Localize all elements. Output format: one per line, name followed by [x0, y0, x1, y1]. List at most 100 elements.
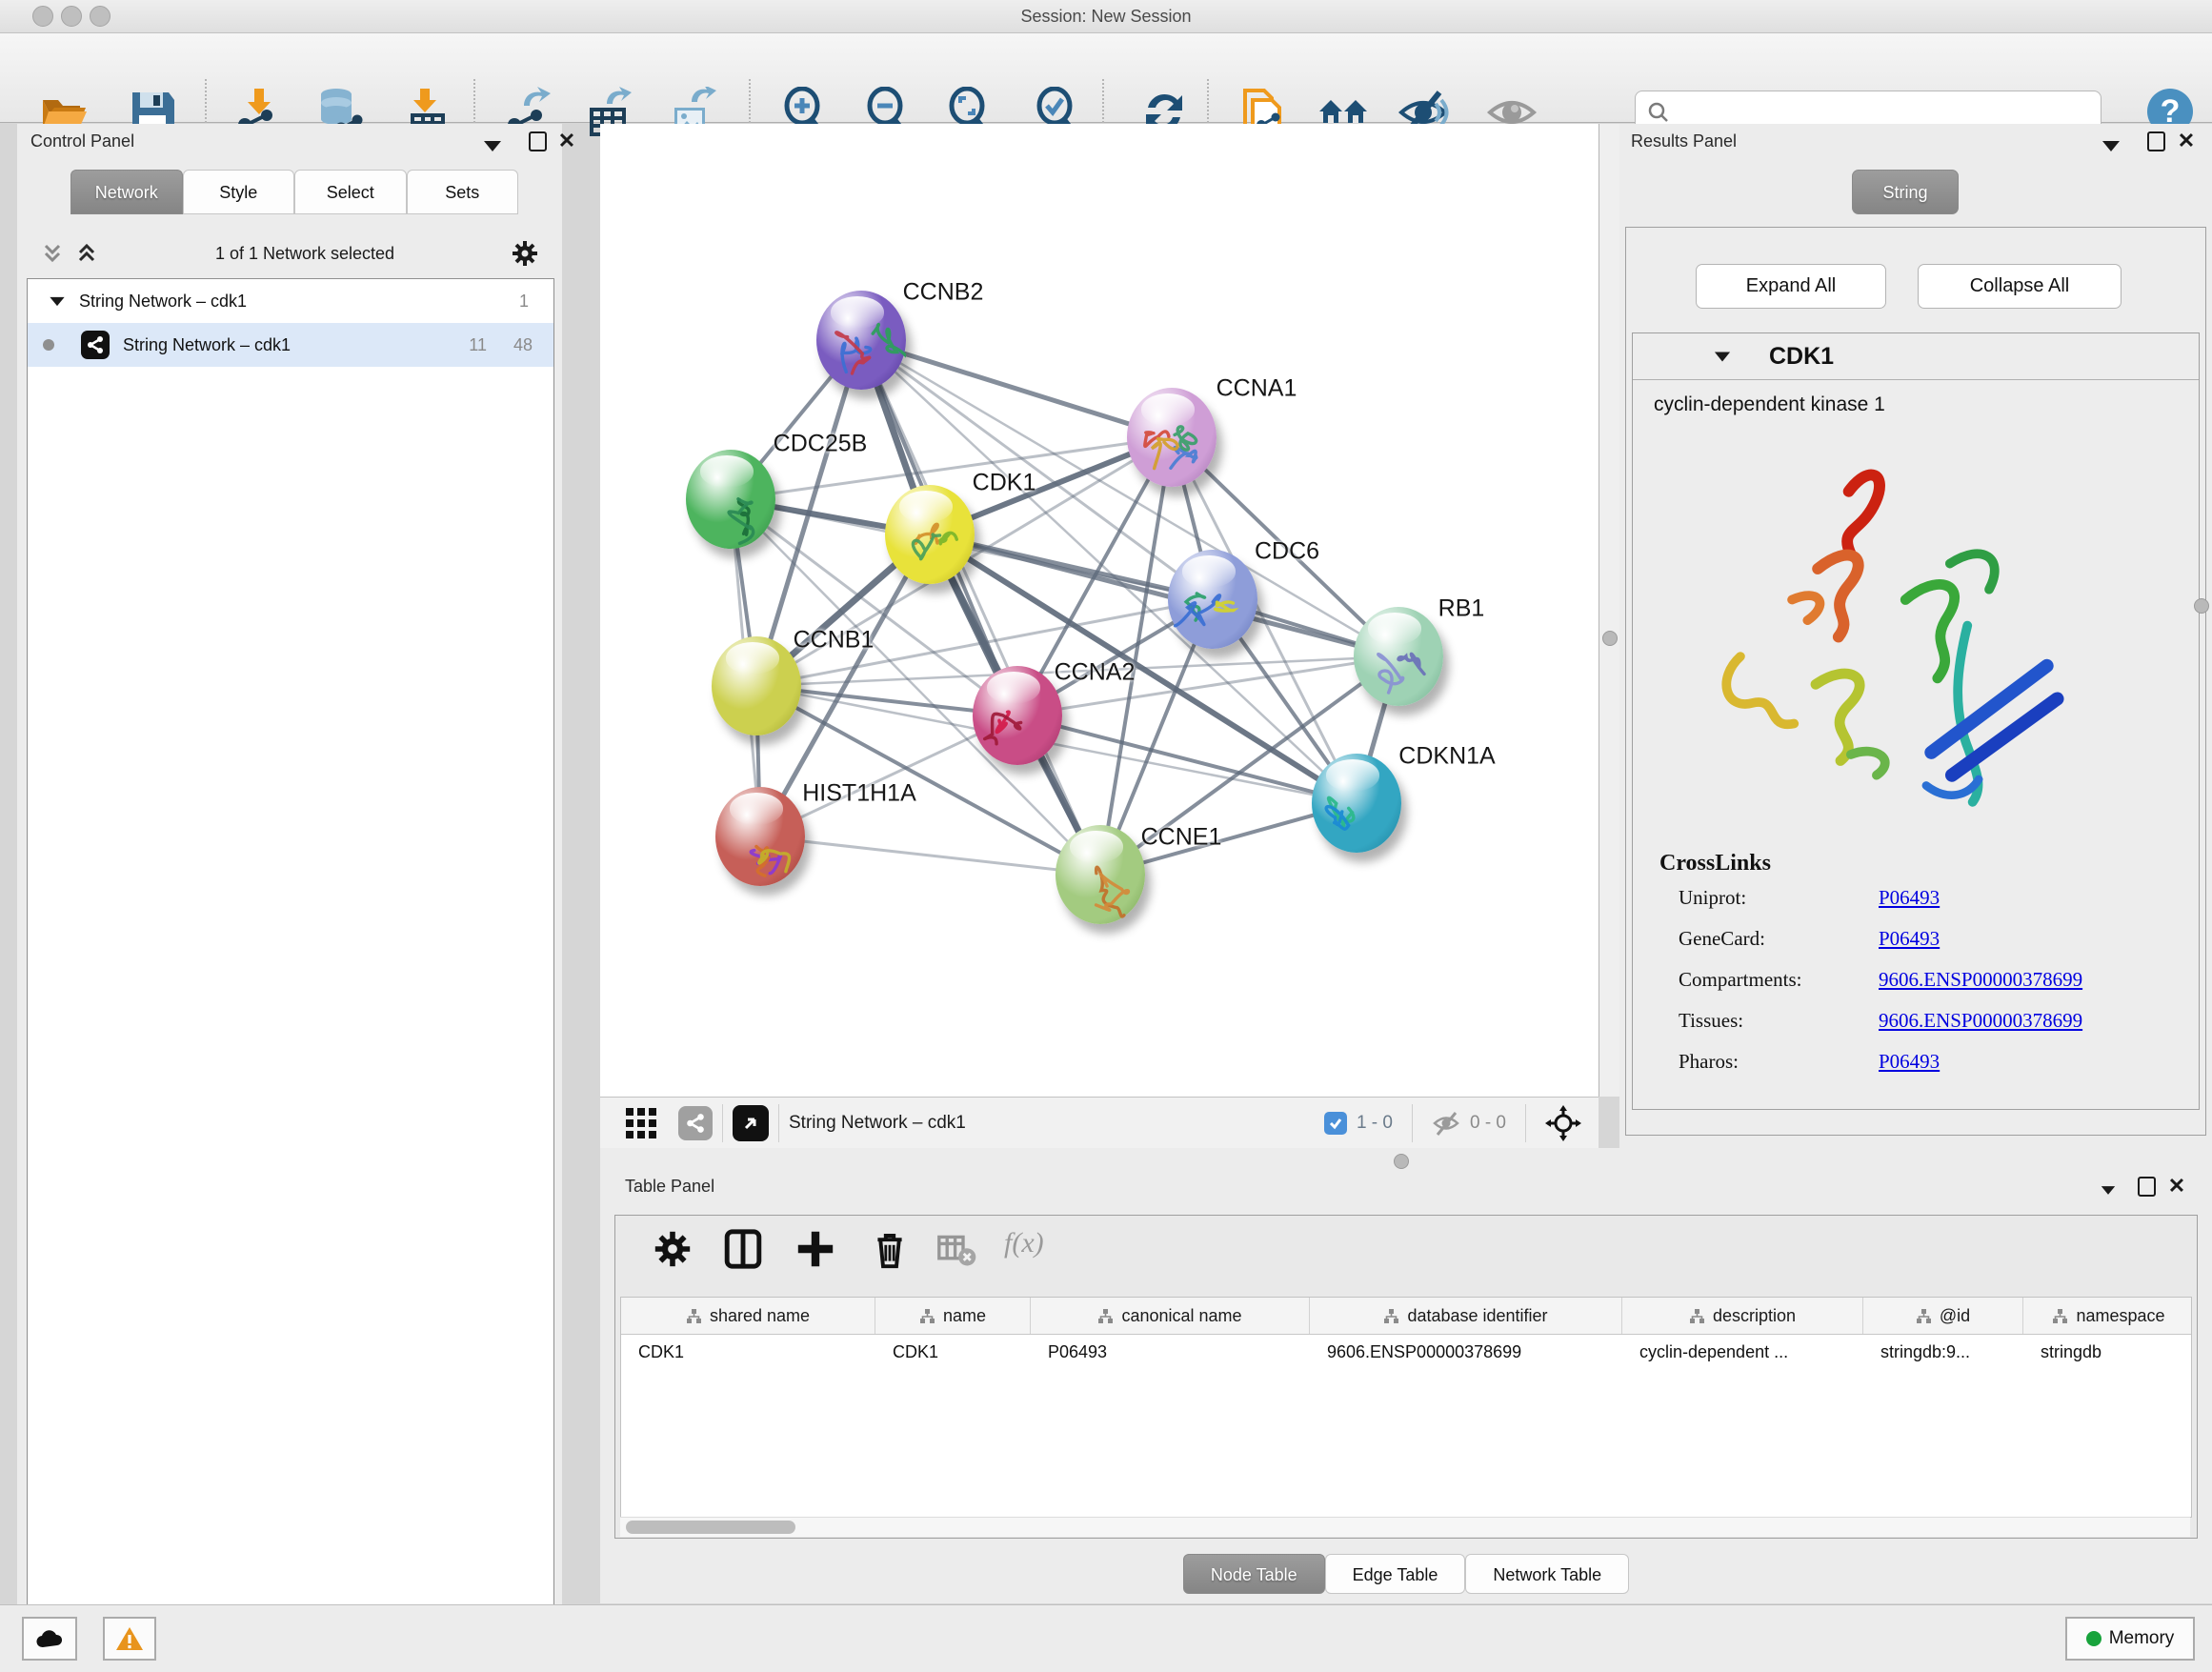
table-panel-menu-icon[interactable] — [2098, 1179, 2119, 1200]
table-panel-box: f(x) shared namenamecanonical namedataba… — [614, 1215, 2198, 1539]
search-input[interactable] — [1678, 102, 2101, 124]
footer-separator — [778, 1104, 779, 1142]
table-cell[interactable]: 9606.ENSP00000378699 — [1310, 1335, 1622, 1373]
control-panel: Control Panel ✕ NetworkStyleSelectSets 1… — [17, 124, 562, 1610]
table-row[interactable]: CDK1CDK1P064939606.ENSP00000378699cyclin… — [621, 1335, 2191, 1373]
results-panel-splitter[interactable] — [1599, 124, 1621, 1097]
show-columns-icon[interactable] — [723, 1229, 763, 1269]
crosslink-row: Uniprot:P06493 — [1679, 886, 2199, 910]
collapse-all-button[interactable]: Collapse All — [1918, 264, 2122, 309]
control-panel-close-icon[interactable]: ✕ — [556, 131, 577, 151]
warnings-button[interactable] — [103, 1617, 156, 1661]
node-CDC25B[interactable] — [686, 450, 775, 549]
column-header-id[interactable]: @id — [1863, 1298, 2023, 1334]
node-table[interactable]: shared namenamecanonical namedatabase id… — [620, 1297, 2192, 1518]
protein-section-header[interactable]: CDK1 — [1633, 333, 2199, 380]
results-panel-menu-icon[interactable] — [2101, 135, 2122, 156]
control-panel-menu-icon[interactable] — [482, 135, 503, 156]
crosslink-link[interactable]: P06493 — [1879, 886, 1940, 910]
protein-disclosure-icon[interactable] — [1715, 352, 1730, 361]
node-structure-icon — [973, 666, 1062, 765]
column-header-name[interactable]: name — [875, 1298, 1031, 1334]
column-header-label: description — [1713, 1306, 1796, 1326]
network-options-gear-icon[interactable] — [511, 239, 539, 268]
scrollbar-thumb[interactable] — [626, 1521, 795, 1534]
splitter-handle[interactable] — [1602, 631, 1618, 646]
function-builder-icon[interactable]: f(x) — [1004, 1227, 1044, 1259]
control-panel-title: Control Panel — [30, 131, 134, 151]
network-view-title: String Network – cdk1 — [789, 1113, 966, 1134]
table-panel-close-icon[interactable]: ✕ — [2166, 1176, 2187, 1197]
node-CCNB1[interactable] — [712, 636, 801, 735]
collapse-all-icon[interactable] — [74, 241, 99, 266]
column-header-canonicalname[interactable]: canonical name — [1031, 1298, 1310, 1334]
crosslink-link[interactable]: 9606.ENSP00000378699 — [1879, 968, 2082, 992]
table-cell[interactable]: CDK1 — [621, 1335, 875, 1373]
crosslink-link[interactable]: 9606.ENSP00000378699 — [1879, 1009, 2082, 1033]
crosslink-row: Compartments:9606.ENSP00000378699 — [1679, 968, 2199, 992]
table-tabs: Node TableEdge TableNetwork Table — [600, 1554, 2212, 1598]
table-settings-gear-icon[interactable] — [653, 1229, 693, 1269]
birds-eye-icon[interactable] — [1545, 1105, 1581, 1141]
grid-view-icon[interactable] — [625, 1107, 657, 1139]
tab-string[interactable]: String — [1852, 170, 1959, 214]
node-CCNE1[interactable] — [1056, 825, 1145, 924]
network-collection-row[interactable]: String Network – cdk1 1 — [28, 279, 553, 323]
node-HIST1H1A[interactable] — [715, 787, 805, 886]
cloud-button[interactable] — [22, 1617, 77, 1661]
node-RB1[interactable] — [1354, 607, 1443, 706]
splitter-handle[interactable] — [1394, 1154, 1409, 1169]
horizontal-scrollbar[interactable] — [620, 1517, 2190, 1537]
selected-checkbox-icon[interactable] — [1324, 1112, 1347, 1135]
hidden-eye-icon[interactable] — [1432, 1109, 1460, 1138]
tab-sets[interactable]: Sets — [407, 170, 519, 214]
network-canvas[interactable]: CCNB2CCNA1CDC25BCDK1CDC6RB1CCNB1CCNA2CDK… — [600, 124, 1599, 1097]
node-label-CDC25B: CDC25B — [774, 431, 868, 458]
add-column-icon[interactable] — [795, 1229, 835, 1269]
tab-edge-table[interactable]: Edge Table — [1325, 1554, 1466, 1594]
results-panel-close-icon[interactable]: ✕ — [2176, 131, 2197, 151]
crosslink-label: Pharos: — [1679, 1050, 1879, 1074]
column-header-sharedname[interactable]: shared name — [621, 1298, 875, 1334]
table-cell[interactable]: cyclin-dependent ... — [1622, 1335, 1863, 1373]
table-panel-float-icon[interactable] — [2136, 1177, 2157, 1198]
expand-all-button[interactable]: Expand All — [1696, 264, 1886, 309]
results-panel-float-icon[interactable] — [2145, 131, 2166, 152]
tab-select[interactable]: Select — [294, 170, 407, 214]
column-header-databaseidentifier[interactable]: database identifier — [1310, 1298, 1622, 1334]
expand-all-icon[interactable] — [40, 241, 65, 266]
detach-view-icon[interactable] — [733, 1105, 769, 1141]
node-label-CCNA2: CCNA2 — [1055, 659, 1136, 687]
node-CDKN1A[interactable] — [1312, 754, 1401, 853]
tab-style[interactable]: Style — [183, 170, 295, 214]
table-cell[interactable]: stringdb — [2023, 1335, 2192, 1373]
tab-network-table[interactable]: Network Table — [1465, 1554, 1629, 1594]
crosslink-link[interactable]: P06493 — [1879, 1050, 1940, 1074]
network-row[interactable]: String Network – cdk1 11 48 — [28, 323, 553, 367]
node-structure-icon — [816, 291, 906, 390]
window-edge-handle[interactable] — [2194, 598, 2209, 614]
node-CDK1[interactable] — [885, 485, 975, 584]
delete-table-icon[interactable] — [936, 1229, 976, 1269]
delete-column-icon[interactable] — [870, 1229, 910, 1269]
node-label-HIST1H1A: HIST1H1A — [802, 780, 915, 808]
table-cell[interactable]: P06493 — [1031, 1335, 1310, 1373]
column-header-description[interactable]: description — [1622, 1298, 1863, 1334]
node-label-CCNE1: CCNE1 — [1141, 824, 1222, 852]
collection-disclosure-icon[interactable] — [50, 296, 64, 305]
tab-network[interactable]: Network — [70, 170, 183, 214]
table-cell[interactable]: CDK1 — [875, 1335, 1031, 1373]
crosslink-link[interactable]: P06493 — [1879, 927, 1940, 951]
control-panel-float-icon[interactable] — [527, 131, 548, 152]
node-CDC6[interactable] — [1168, 550, 1257, 649]
memory-status-icon — [2086, 1631, 2101, 1646]
column-header-namespace[interactable]: namespace — [2023, 1298, 2192, 1334]
table-cell[interactable]: stringdb:9... — [1863, 1335, 2023, 1373]
network-view-icon[interactable] — [678, 1106, 713, 1140]
node-CCNA2[interactable] — [973, 666, 1062, 765]
node-CCNB2[interactable] — [816, 291, 906, 390]
footer-separator — [722, 1104, 723, 1142]
tab-node-table[interactable]: Node Table — [1183, 1554, 1325, 1594]
node-CCNA1[interactable] — [1127, 388, 1217, 487]
memory-button[interactable]: Memory — [2065, 1617, 2195, 1661]
